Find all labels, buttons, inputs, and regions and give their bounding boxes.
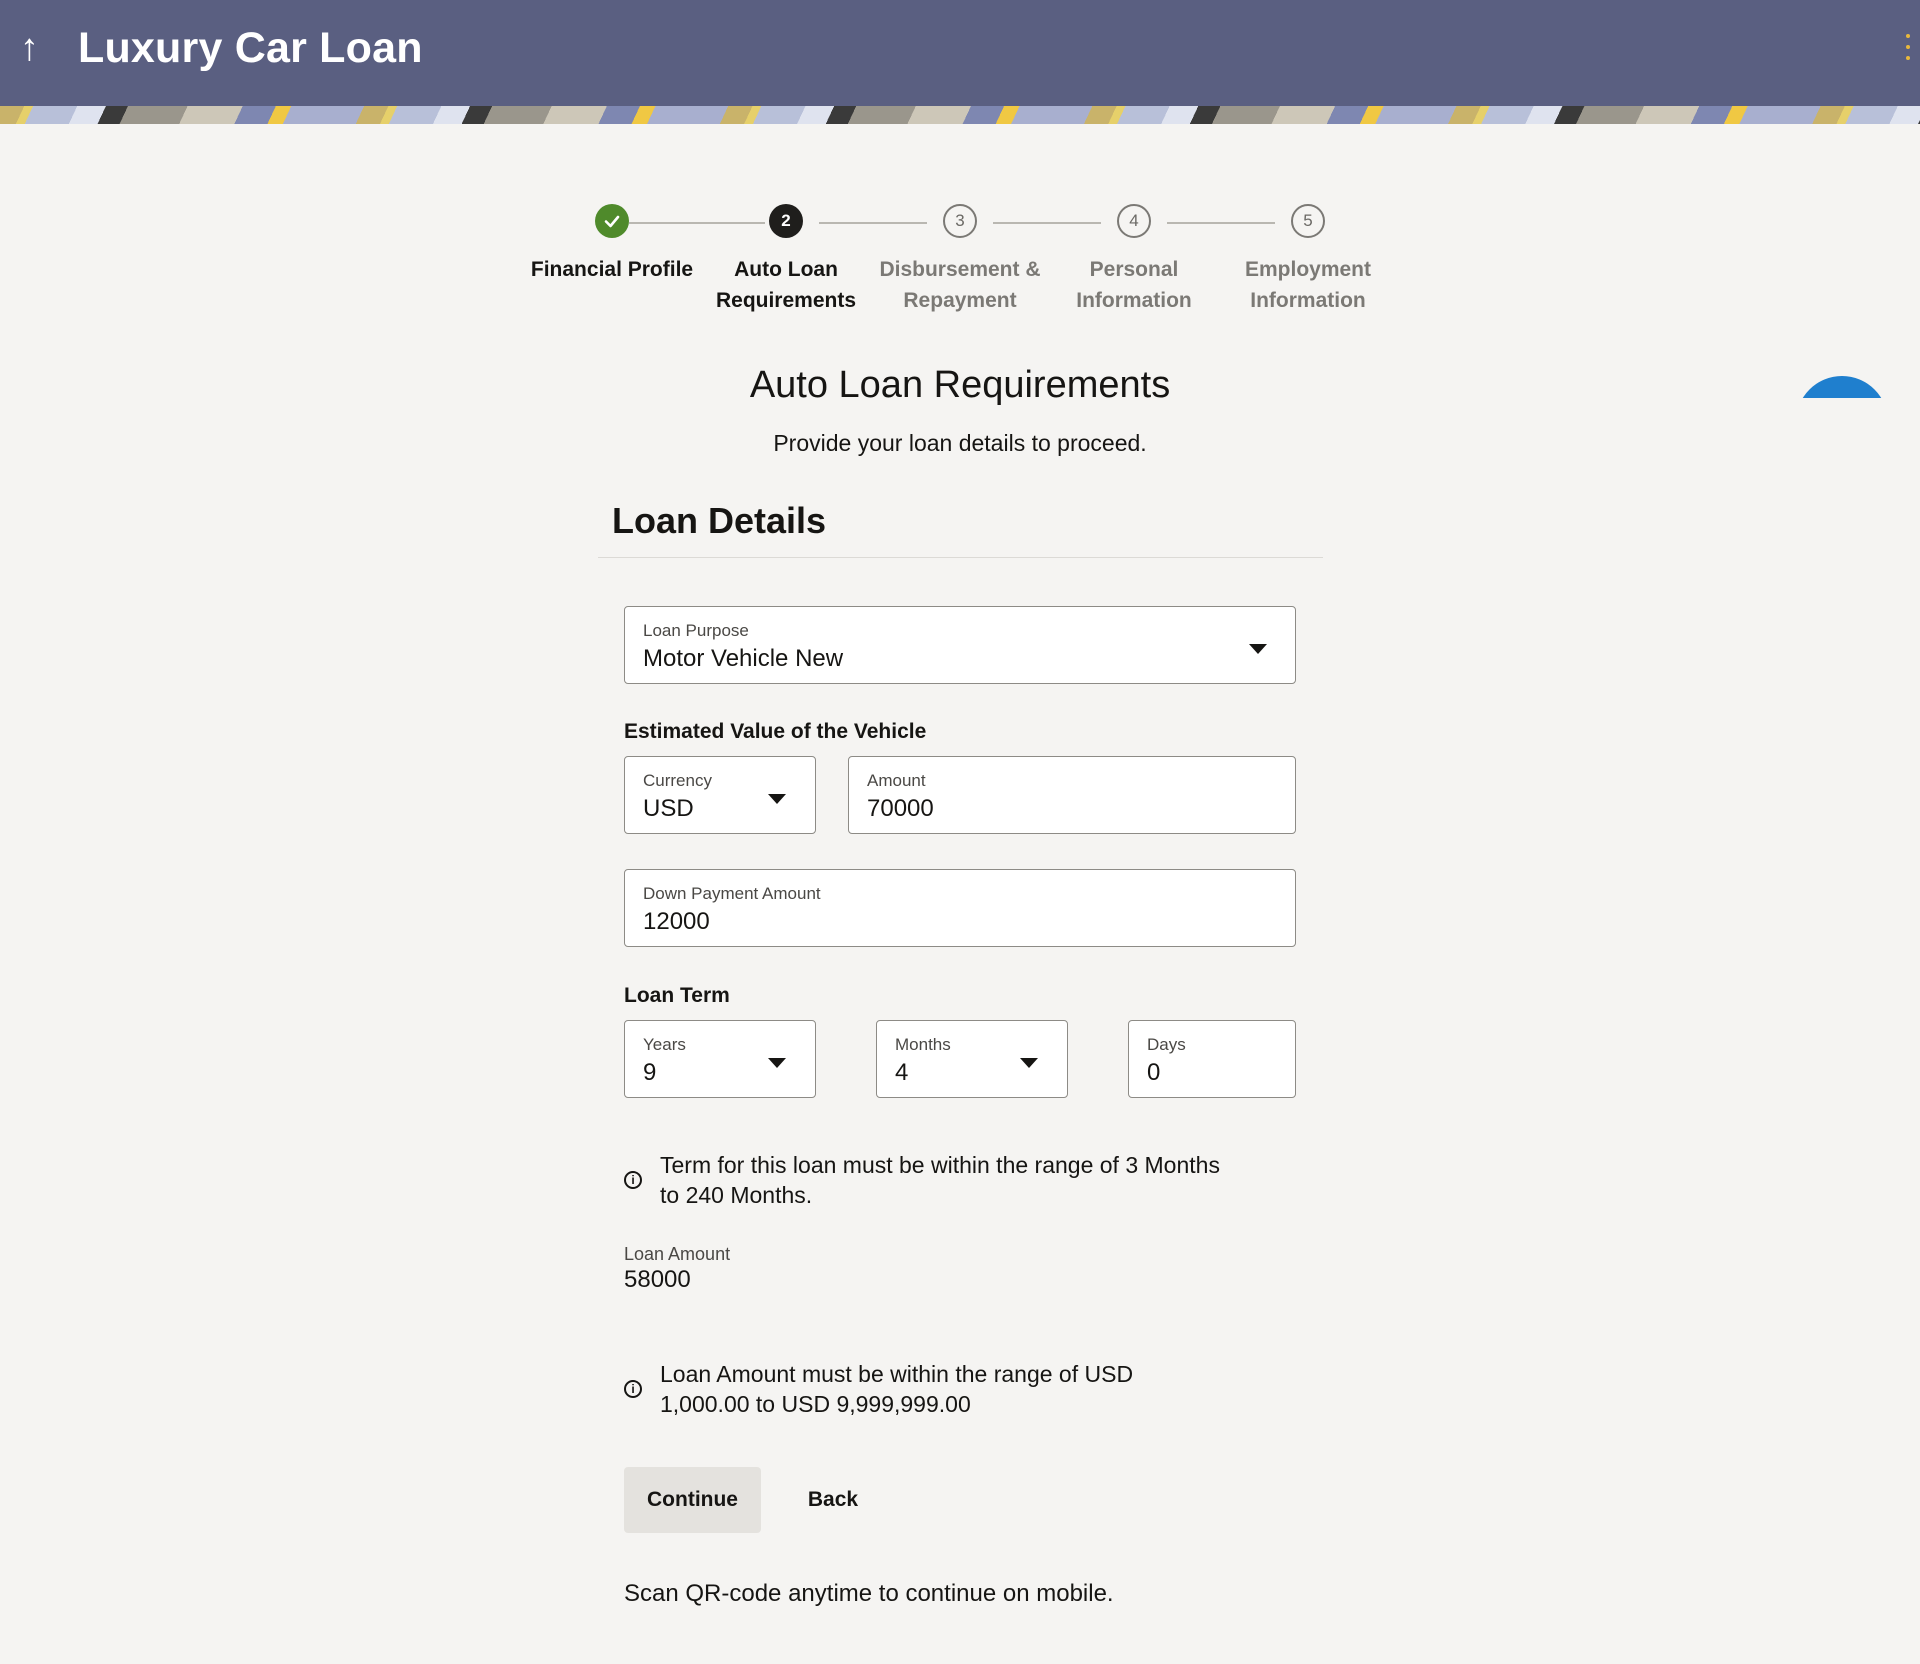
- step-disbursement-repayment[interactable]: 3 Disbursement & Repayment: [870, 204, 1050, 316]
- currency-select[interactable]: Currency USD: [624, 756, 816, 834]
- loan-purpose-select[interactable]: Loan Purpose Motor Vehicle New: [624, 606, 1296, 684]
- back-button[interactable]: Back: [790, 1467, 876, 1533]
- loan-amount-label: Loan Amount: [624, 1244, 731, 1264]
- section-title: Loan Details: [612, 500, 827, 541]
- step-auto-loan-requirements[interactable]: 2 Auto Loan Requirements: [696, 204, 876, 316]
- continue-button[interactable]: Continue: [624, 1467, 761, 1533]
- page-title: Auto Loan Requirements: [749, 364, 1171, 406]
- step-financial-profile[interactable]: Financial Profile: [522, 204, 702, 285]
- amount-input[interactable]: Amount 70000: [848, 756, 1296, 834]
- chevron-down-icon: [1249, 644, 1267, 654]
- step-employment-information[interactable]: 5 Employment Information: [1218, 204, 1398, 316]
- currency-value: USD: [643, 795, 694, 822]
- info-icon: i: [624, 1171, 642, 1189]
- step-label: Auto Loan Requirements: [715, 258, 857, 312]
- page-subtitle: Provide your loan details to proceed.: [773, 430, 1147, 456]
- step-personal-information[interactable]: 4 Personal Information: [1044, 204, 1224, 316]
- chevron-down-icon: [768, 1058, 786, 1068]
- term-info-text: Term for this loan must be within the ra…: [660, 1152, 1220, 1208]
- amount-info-message: i Loan Amount must be within the range o…: [624, 1359, 1264, 1423]
- vehicle-value-label: Estimated Value of the Vehicle: [624, 720, 927, 743]
- app-header: ↑ Luxury Car Loan: [0, 0, 1920, 106]
- step-label: Disbursement & Repayment: [879, 258, 1041, 312]
- amount-value: 70000: [867, 795, 934, 822]
- years-label: Years: [643, 1035, 686, 1054]
- loan-purpose-label: Loan Purpose: [643, 621, 749, 640]
- years-select[interactable]: Years 9: [624, 1020, 816, 1098]
- down-payment-value: 12000: [643, 908, 710, 935]
- chevron-down-icon: [768, 794, 786, 804]
- days-input[interactable]: Days 0: [1128, 1020, 1296, 1098]
- loan-amount-value: 58000: [624, 1266, 691, 1293]
- chevron-down-icon: [1020, 1058, 1038, 1068]
- kebab-menu-icon[interactable]: [1904, 34, 1912, 60]
- step-label: Financial Profile: [530, 258, 694, 281]
- months-value: 4: [895, 1059, 909, 1086]
- section-divider: [598, 557, 1323, 558]
- down-payment-input[interactable]: Down Payment Amount 12000: [624, 869, 1296, 947]
- floating-action-button[interactable]: [1796, 376, 1888, 398]
- step-number: 3: [943, 204, 977, 238]
- arrow-up-icon[interactable]: ↑: [20, 28, 50, 68]
- loan-purpose-value: Motor Vehicle New: [643, 645, 844, 672]
- currency-label: Currency: [643, 771, 712, 790]
- amount-info-text: Loan Amount must be within the range of …: [660, 1361, 1134, 1417]
- days-label: Days: [1147, 1035, 1186, 1054]
- info-icon: i: [624, 1380, 642, 1398]
- step-number: 5: [1291, 204, 1325, 238]
- months-label: Months: [895, 1035, 951, 1054]
- step-label: Personal Information: [1076, 258, 1192, 312]
- loan-term-label: Loan Term: [624, 984, 730, 1007]
- term-info-message: i Term for this loan must be within the …: [624, 1150, 1264, 1214]
- down-payment-label: Down Payment Amount: [643, 884, 821, 903]
- days-value: 0: [1147, 1059, 1161, 1086]
- page-header-title: Luxury Car Loan: [78, 24, 423, 72]
- months-select[interactable]: Months 4: [876, 1020, 1068, 1098]
- check-icon: [595, 204, 629, 238]
- years-value: 9: [643, 1059, 657, 1086]
- qr-code-hint: Scan QR-code anytime to continue on mobi…: [624, 1580, 1114, 1607]
- decorative-banner-strip: [0, 106, 1920, 124]
- step-number: 4: [1117, 204, 1151, 238]
- amount-label: Amount: [867, 771, 926, 790]
- step-number: 2: [769, 204, 803, 238]
- step-label: Employment Information: [1244, 258, 1372, 312]
